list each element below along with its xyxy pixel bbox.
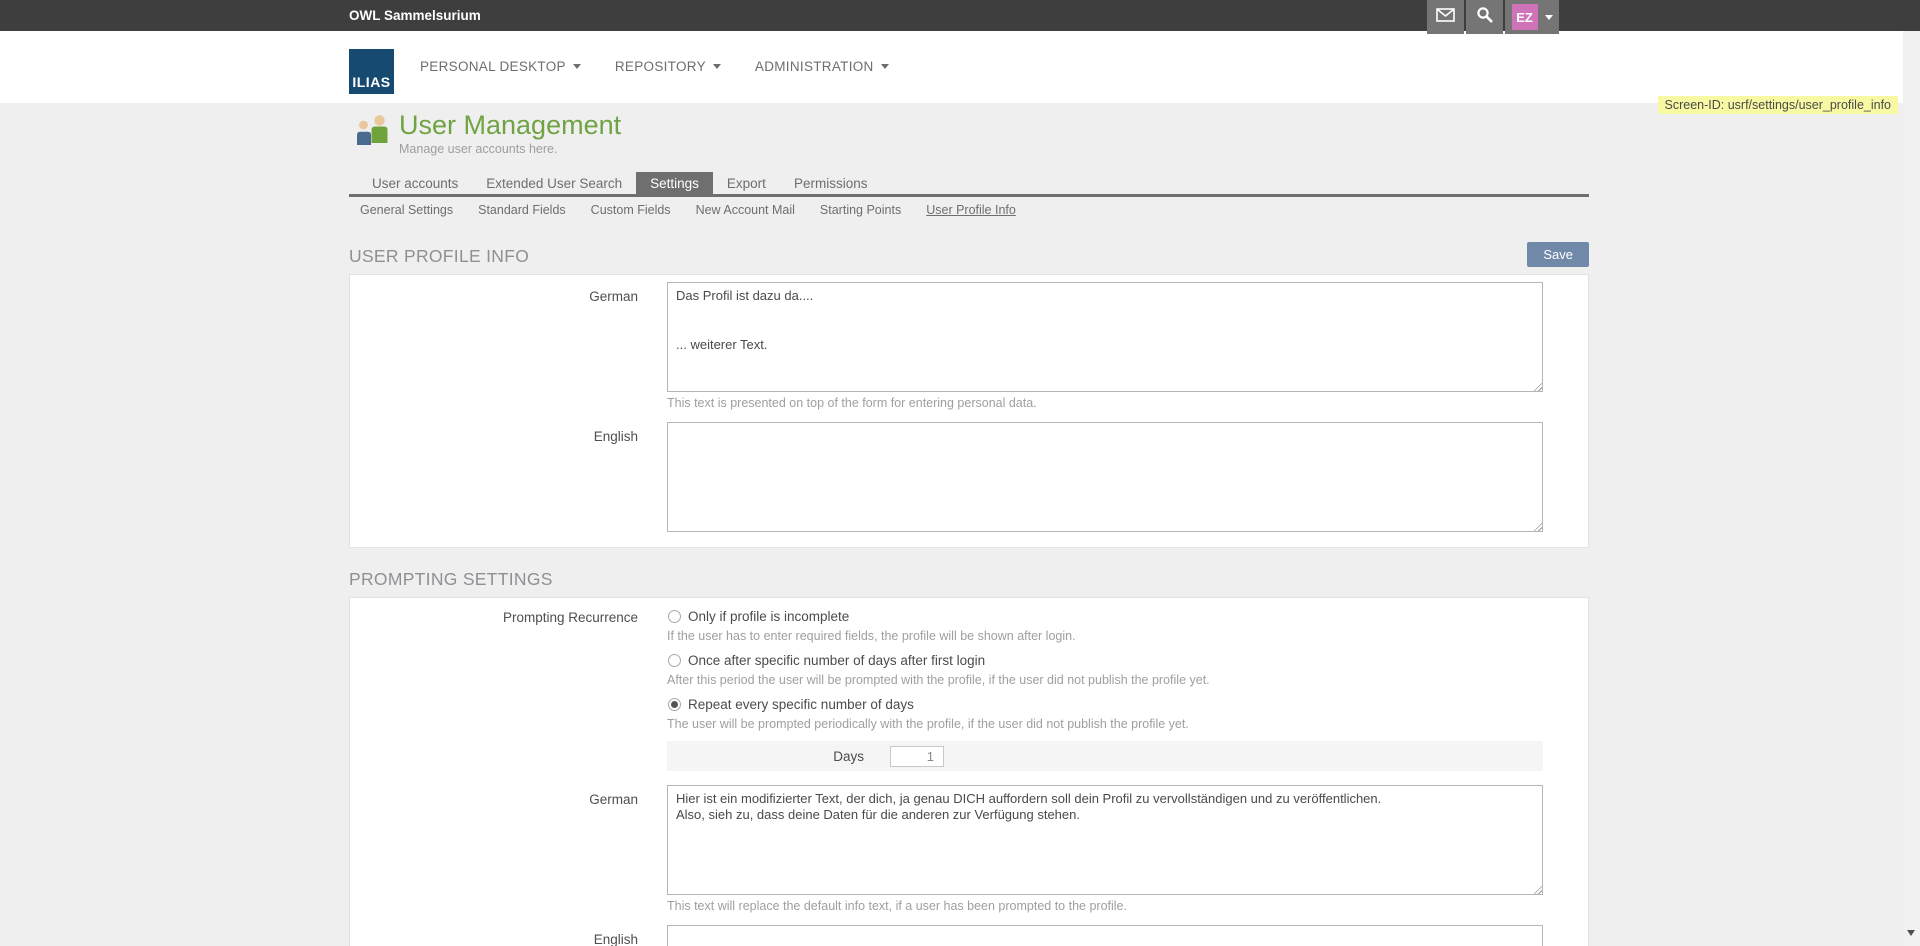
header-bar: ILIAS PERSONAL DESKTOP REPOSITORY ADMINI…: [0, 31, 1920, 103]
subtab-starting-points[interactable]: Starting Points: [820, 203, 901, 217]
subtab-standard-fields[interactable]: Standard Fields: [478, 203, 566, 217]
avatar: EZ: [1512, 4, 1538, 30]
prompting-settings-form: Prompting Recurrence Only if profile is …: [349, 597, 1589, 946]
top-bar: OWL Sammelsurium EZ: [0, 0, 1920, 31]
chevron-down-icon: [1545, 15, 1553, 24]
radio-help-text: The user will be prompted periodically w…: [667, 717, 1543, 731]
nav-item-label: REPOSITORY: [615, 59, 706, 74]
search-button[interactable]: [1466, 0, 1503, 34]
subtab-user-profile-info[interactable]: User Profile Info: [926, 203, 1016, 217]
subtab-custom-fields[interactable]: Custom Fields: [591, 203, 671, 217]
english-label: English: [350, 925, 638, 946]
user-menu-button[interactable]: EZ: [1505, 0, 1559, 34]
nav-repository[interactable]: REPOSITORY: [615, 59, 721, 74]
german-prompt-text-textarea[interactable]: Hier ist ein modifizierter Text, der dic…: [667, 785, 1543, 895]
search-icon: [1476, 6, 1493, 28]
radio-label: Once after specific number of days after…: [688, 653, 985, 668]
radio-once-after-days[interactable]: Once after specific number of days after…: [667, 653, 1543, 668]
section-heading-prompting-settings: PROMPTING SETTINGS: [349, 569, 553, 590]
tab-user-accounts[interactable]: User accounts: [358, 172, 472, 194]
radio-only-if-incomplete[interactable]: Only if profile is incomplete: [667, 609, 1543, 624]
radio-repeat-every-days[interactable]: Repeat every specific number of days: [667, 697, 1543, 712]
radio-button[interactable]: [668, 698, 681, 711]
chevron-down-icon: [881, 64, 889, 73]
radio-button[interactable]: [668, 610, 681, 623]
users-icon: [355, 110, 391, 144]
mail-button[interactable]: [1427, 0, 1464, 34]
scroll-down-arrow-icon[interactable]: [1907, 930, 1915, 940]
vertical-scrollbar[interactable]: [1903, 31, 1920, 946]
tab-extended-user-search[interactable]: Extended User Search: [472, 172, 636, 194]
nav-item-label: ADMINISTRATION: [755, 59, 874, 74]
tab-settings[interactable]: Settings: [636, 172, 713, 194]
tab-bar: User accounts Extended User Search Setti…: [349, 172, 1589, 197]
subtab-new-account-mail[interactable]: New Account Mail: [696, 203, 795, 217]
english-label: English: [350, 422, 638, 532]
topbar-actions: EZ: [1427, 0, 1559, 34]
tab-permissions[interactable]: Permissions: [780, 172, 882, 194]
ilias-logo[interactable]: ILIAS: [349, 49, 394, 94]
german-label: German: [350, 785, 638, 925]
main-area: User Management Manage user accounts her…: [0, 103, 1903, 946]
installation-title: OWL Sammelsurium: [349, 0, 481, 31]
german-help-text: This text is presented on top of the for…: [667, 396, 1543, 410]
screen-id-badge: Screen-ID: usrf/settings/user_profile_in…: [1658, 96, 1899, 114]
save-button[interactable]: Save: [1527, 242, 1589, 267]
chevron-down-icon: [573, 64, 581, 73]
nav-item-label: PERSONAL DESKTOP: [420, 59, 566, 74]
english-profile-info-textarea[interactable]: [667, 422, 1543, 532]
german-profile-info-textarea[interactable]: Das Profil ist dazu da.... ... weiterer …: [667, 282, 1543, 392]
page-title-block: User Management Manage user accounts her…: [349, 103, 1589, 156]
nav-personal-desktop[interactable]: PERSONAL DESKTOP: [420, 59, 581, 74]
page-title: User Management: [399, 110, 621, 141]
german-prompt-help-text: This text will replace the default info …: [667, 899, 1543, 913]
tab-export[interactable]: Export: [713, 172, 780, 194]
days-input[interactable]: [890, 746, 944, 767]
radio-help-text: After this period the user will be promp…: [667, 673, 1543, 687]
section-heading-user-profile-info: USER PROFILE INFO: [349, 246, 529, 267]
radio-button[interactable]: [668, 654, 681, 667]
radio-help-text: If the user has to enter required fields…: [667, 629, 1543, 643]
main-nav: PERSONAL DESKTOP REPOSITORY ADMINISTRATI…: [420, 59, 889, 74]
chevron-down-icon: [713, 64, 721, 73]
subtab-general-settings[interactable]: General Settings: [360, 203, 453, 217]
days-subfield-row: Days: [667, 741, 1543, 771]
radio-label: Only if profile is incomplete: [688, 609, 849, 624]
english-prompt-text-textarea[interactable]: [667, 925, 1543, 946]
user-profile-info-form: German Das Profil ist dazu da.... ... we…: [349, 274, 1589, 548]
subtab-bar: General Settings Standard Fields Custom …: [349, 197, 1589, 221]
days-label: Days: [667, 749, 864, 764]
prompting-recurrence-label: Prompting Recurrence: [350, 605, 638, 785]
page-subtitle: Manage user accounts here.: [399, 142, 621, 156]
mail-icon: [1436, 8, 1455, 27]
german-label: German: [350, 282, 638, 422]
radio-label: Repeat every specific number of days: [688, 697, 914, 712]
nav-administration[interactable]: ADMINISTRATION: [755, 59, 889, 74]
